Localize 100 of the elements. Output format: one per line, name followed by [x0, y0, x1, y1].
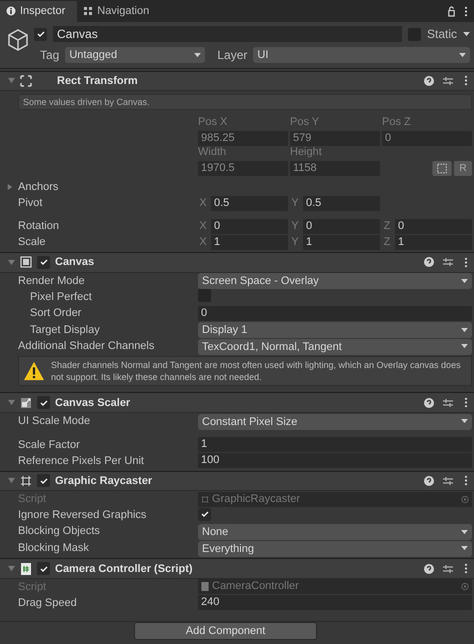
enabled-checkbox[interactable]	[37, 256, 50, 269]
field-label: Scale Factor	[18, 438, 81, 451]
inspector-tab[interactable]: Navigation	[77, 0, 162, 22]
dropdown[interactable]: Constant Pixel Size	[198, 414, 472, 430]
field-label: Pos X	[198, 116, 228, 130]
layer-dropdown[interactable]: UI	[253, 47, 470, 63]
scaler-icon	[20, 396, 32, 409]
caret-icon	[461, 530, 468, 534]
checkbox[interactable]	[198, 289, 211, 302]
more-icon[interactable]	[464, 256, 468, 268]
target-icon[interactable]	[461, 494, 469, 504]
check-icon	[38, 476, 48, 486]
info-note: Some values driven by Canvas.	[18, 94, 472, 110]
check-icon	[36, 29, 46, 39]
axis-label: Y	[290, 197, 300, 210]
foldout-icon[interactable]	[8, 565, 15, 572]
component-header[interactable]: Rect Transform	[0, 70, 474, 92]
input-field[interactable]: 0.5	[303, 196, 380, 211]
component-header[interactable]: Camera Controller (Script)	[0, 558, 474, 579]
more-icon[interactable]	[464, 397, 468, 408]
blueprint-button[interactable]	[432, 161, 452, 176]
input-field[interactable]: 0	[395, 218, 472, 234]
presets-icon[interactable]	[443, 564, 453, 574]
script-icon	[201, 582, 209, 592]
tag-label: Tag	[40, 48, 60, 62]
input-field[interactable]: 1	[211, 234, 288, 250]
canvas-icon	[20, 256, 32, 268]
help-icon[interactable]	[424, 76, 434, 86]
axis-label: Z	[382, 236, 392, 248]
enabled-checkbox[interactable]	[37, 396, 50, 410]
dropdown[interactable]: Screen Space - Overlay	[198, 273, 472, 290]
field-label: Render Mode	[18, 274, 86, 287]
warning-icon	[23, 361, 45, 382]
input-field[interactable]: 100	[198, 453, 472, 468]
input-field[interactable]: 0	[198, 306, 472, 321]
input-field[interactable]: 1970.5	[198, 161, 288, 176]
dropdown[interactable]: None	[198, 524, 472, 540]
inspector-tab[interactable]: Inspector	[0, 0, 78, 22]
caret-icon	[461, 419, 468, 424]
info-icon	[6, 6, 16, 16]
dropdown[interactable]: TexCoord1, Normal, Tangent	[198, 338, 472, 355]
caret-icon	[194, 52, 202, 58]
input-field[interactable]: 985.25	[198, 131, 288, 146]
field-label: Rotation	[18, 220, 60, 232]
rect-transform-icon	[20, 74, 32, 87]
presets-icon[interactable]	[443, 476, 453, 486]
help-icon[interactable]	[424, 476, 434, 486]
presets-icon[interactable]	[443, 398, 453, 408]
input-field[interactable]: 0	[382, 131, 472, 146]
input-field[interactable]: 0	[303, 218, 380, 234]
static-label: Static	[426, 27, 457, 41]
input-field[interactable]: 579	[290, 131, 380, 146]
field-label: Ignore Reversed Graphics	[18, 509, 148, 522]
help-icon[interactable]	[424, 564, 434, 574]
input-field[interactable]: 0.5	[211, 196, 288, 211]
field-label: UI Scale Mode	[18, 415, 92, 428]
component-header[interactable]: Canvas Scaler	[0, 392, 474, 414]
more-icon[interactable]	[464, 475, 468, 486]
caret-icon[interactable]	[463, 32, 470, 36]
more-icon[interactable]	[464, 6, 468, 16]
help-icon[interactable]	[424, 398, 434, 408]
enabled-checkbox[interactable]	[37, 562, 50, 576]
component-header[interactable]: Canvas	[0, 252, 474, 273]
field-label: Blocking Mask	[18, 542, 90, 554]
more-icon[interactable]	[464, 563, 468, 574]
checkbox[interactable]	[198, 508, 211, 521]
presets-icon[interactable]	[443, 257, 453, 268]
foldout-icon[interactable]	[8, 399, 15, 406]
field-label: Sort Order	[29, 307, 82, 320]
axis-label: Z	[382, 220, 392, 232]
input-field[interactable]: 1	[303, 234, 380, 250]
enabled-checkbox[interactable]	[37, 474, 50, 488]
lock-icon[interactable]	[447, 6, 456, 16]
target-icon[interactable]	[461, 582, 469, 592]
script-icon	[20, 562, 32, 575]
active-checkbox[interactable]	[34, 28, 47, 40]
name-field[interactable]: Canvas	[53, 26, 402, 42]
navigation-icon	[83, 6, 94, 16]
tag-dropdown[interactable]: Untagged	[65, 47, 206, 63]
input-field[interactable]: 1158	[290, 161, 380, 176]
more-icon[interactable]	[464, 75, 468, 86]
component-header[interactable]: Graphic Raycaster	[0, 470, 474, 492]
foldout-icon[interactable]	[8, 477, 15, 484]
add-component-button[interactable]: Add Component	[134, 622, 317, 640]
field-label: Pos Y	[290, 116, 320, 130]
dropdown[interactable]: Display 1	[198, 322, 472, 338]
input-field[interactable]: 1	[395, 234, 472, 250]
input-field[interactable]: 0	[211, 218, 288, 234]
input-field[interactable]: 1	[198, 437, 472, 452]
check-icon	[38, 398, 48, 408]
raycaster-icon	[201, 494, 209, 504]
dropdown[interactable]: Everything	[198, 540, 472, 557]
foldout-icon[interactable]	[8, 258, 15, 266]
presets-icon[interactable]	[443, 76, 453, 86]
foldout-icon[interactable]	[7, 184, 13, 190]
field-label: Scale	[18, 236, 47, 248]
help-icon[interactable]	[424, 257, 434, 268]
cube-icon[interactable]	[6, 28, 30, 52]
foldout-icon[interactable]	[8, 77, 15, 84]
input-field[interactable]: 240	[198, 595, 472, 610]
